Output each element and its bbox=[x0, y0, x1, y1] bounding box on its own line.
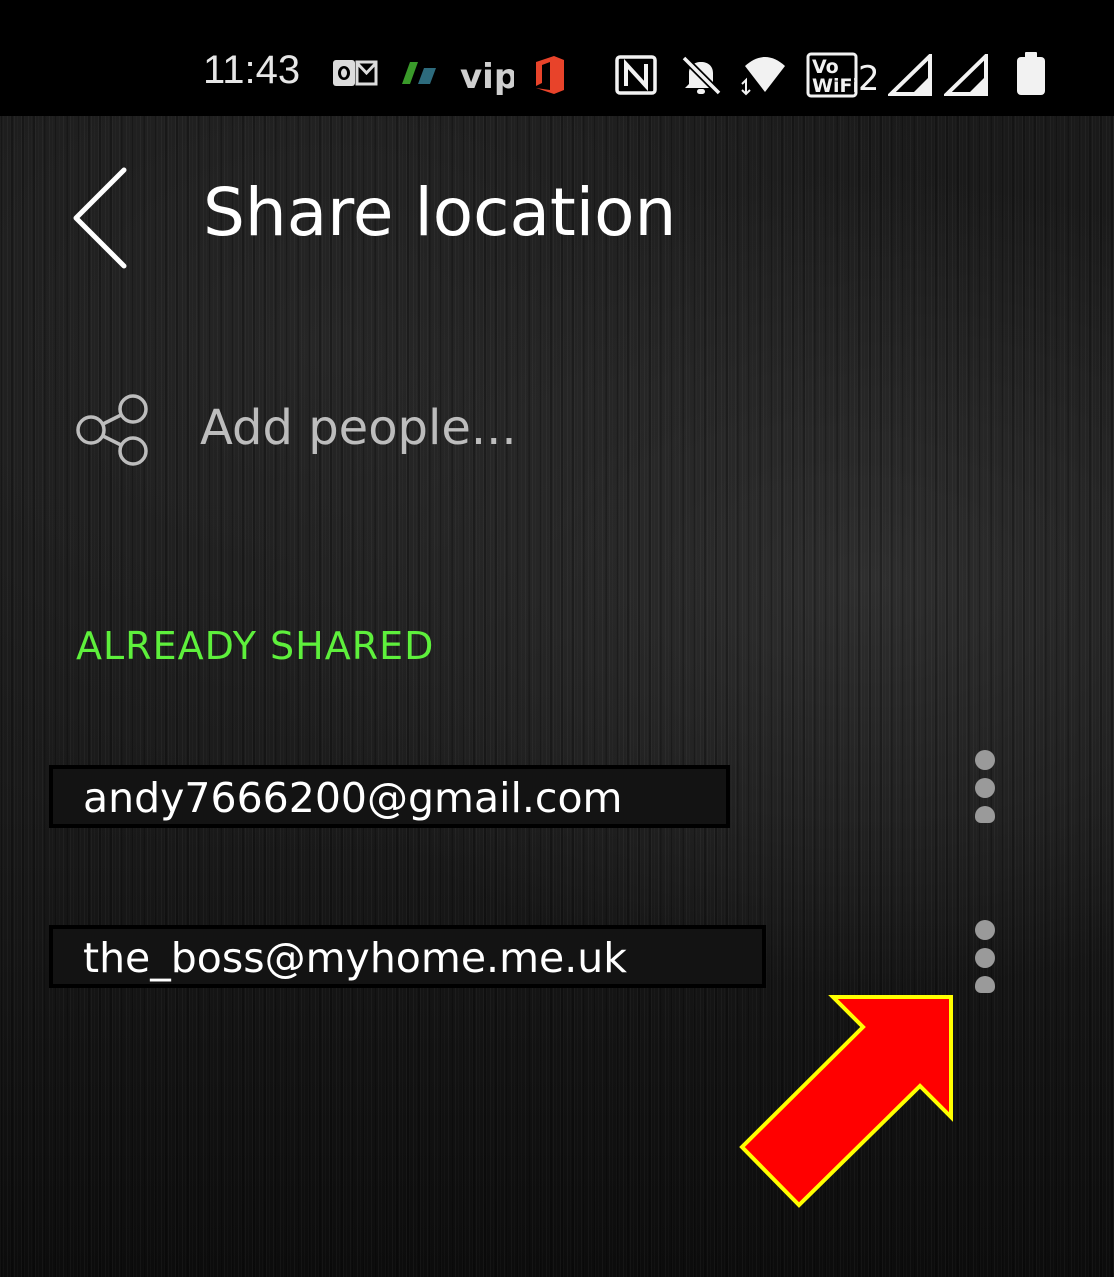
shared-email-item[interactable]: the_boss@myhome.me.uk bbox=[49, 925, 766, 988]
already-shared-header: ALREADY SHARED bbox=[76, 624, 435, 668]
shared-email: andy7666200@gmail.com bbox=[83, 774, 623, 822]
vip-icon: vip bbox=[460, 57, 514, 97]
add-people-label[interactable]: Add people... bbox=[200, 404, 517, 452]
more-vertical-icon[interactable] bbox=[974, 750, 998, 826]
chevron-left-icon[interactable] bbox=[66, 166, 132, 270]
outlook-icon bbox=[333, 60, 378, 86]
status-time: 11:43 bbox=[203, 48, 301, 92]
svg-text:WiFi: WiFi bbox=[812, 75, 859, 97]
arrow-icon bbox=[739, 995, 953, 1208]
signal-icon bbox=[888, 54, 932, 96]
office-icon bbox=[536, 56, 564, 94]
battery-icon bbox=[1017, 52, 1045, 95]
status-bar: 11:43 vip Vo WiFi 2 bbox=[0, 0, 1114, 116]
shared-email: the_boss@myhome.me.uk bbox=[83, 934, 628, 982]
nfc-icon bbox=[615, 55, 657, 95]
wifi-icon bbox=[741, 57, 785, 96]
share-icon bbox=[76, 394, 148, 466]
green-app-icon bbox=[402, 62, 436, 84]
vowifi-icon: Vo WiFi 2 bbox=[806, 52, 876, 98]
bell-muted-icon bbox=[681, 55, 722, 96]
vip-text: vip bbox=[460, 57, 514, 97]
vowifi-sim: 2 bbox=[858, 59, 876, 98]
more-vertical-icon[interactable] bbox=[974, 920, 998, 996]
page-title: Share location bbox=[203, 174, 677, 251]
shared-email-item[interactable]: andy7666200@gmail.com bbox=[49, 765, 730, 828]
signal-icon bbox=[944, 54, 988, 96]
